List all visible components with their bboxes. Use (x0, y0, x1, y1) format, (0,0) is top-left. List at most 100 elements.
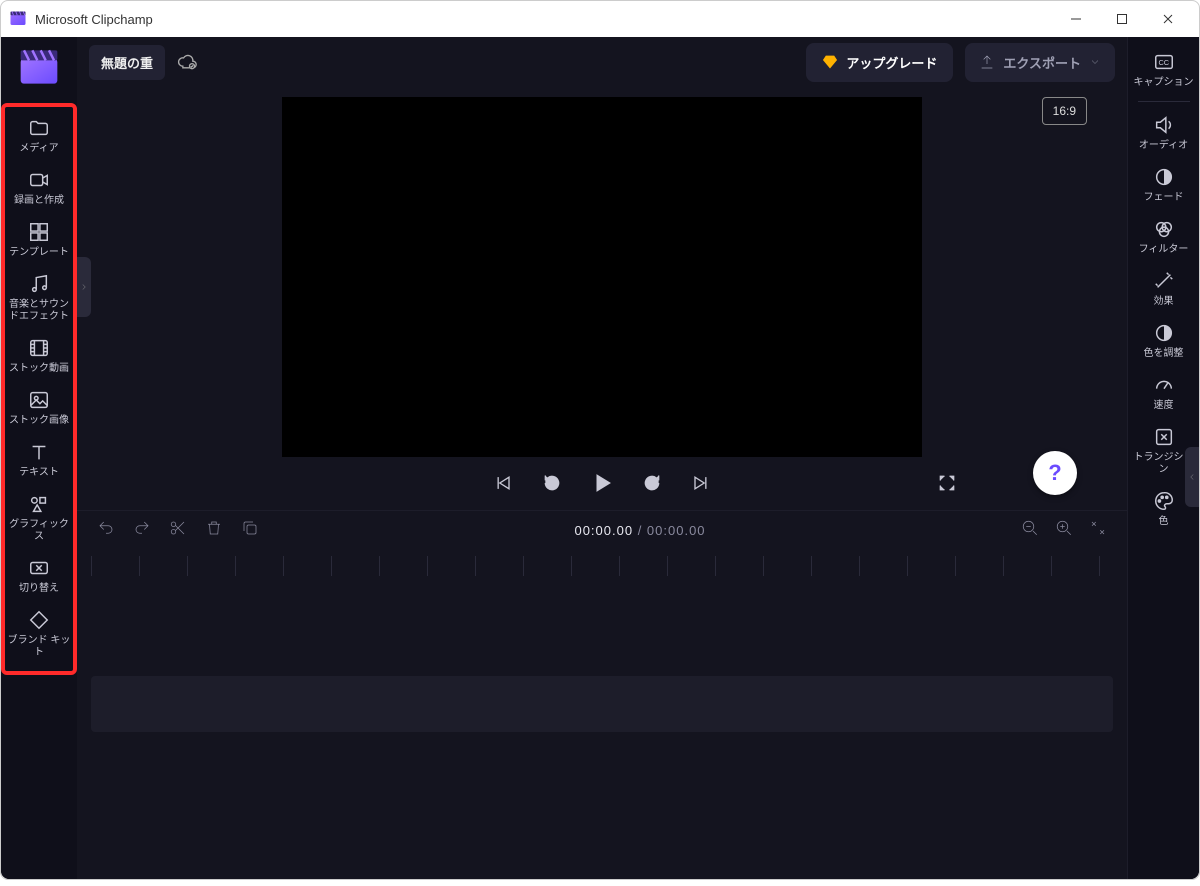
right-sidebar-divider (1138, 101, 1190, 102)
delete-button[interactable] (205, 519, 223, 542)
sidebar-item-record[interactable]: 録画と作成 (7, 165, 71, 211)
right-item-adjust-color[interactable]: 色を調整 (1130, 316, 1198, 366)
timeline[interactable] (77, 550, 1127, 879)
text-icon (28, 441, 50, 463)
duplicate-button[interactable] (241, 519, 259, 542)
zoom-out-button[interactable] (1021, 519, 1039, 542)
folder-icon (28, 117, 50, 139)
film-icon (28, 337, 50, 359)
zoom-fit-button[interactable] (1089, 519, 1107, 542)
fade-icon (1153, 166, 1175, 188)
timeline-ruler[interactable] (91, 556, 1113, 576)
sidebar-item-label: 音楽とサウンドエフェクト (7, 299, 71, 323)
project-title-input[interactable]: 無題の重 (89, 45, 165, 80)
sidebar-item-label: ストック画像 (9, 415, 69, 427)
playback-controls: 5 5 ? (97, 457, 1107, 510)
undo-button[interactable] (97, 519, 115, 542)
question-mark-icon: ? (1048, 460, 1061, 486)
right-item-label: フィルター (1139, 244, 1189, 256)
window-close-button[interactable] (1145, 1, 1191, 37)
cc-icon: CC (1153, 51, 1175, 73)
cloud-sync-icon[interactable] (177, 52, 197, 72)
sidebar-item-label: 切り替え (19, 583, 59, 595)
sidebar-item-label: メディア (19, 143, 58, 155)
expand-left-panel-handle[interactable] (77, 257, 91, 317)
right-item-label: 色 (1159, 516, 1169, 528)
titlebar: Microsoft Clipchamp (1, 1, 1199, 37)
timeline-toolbar: 00:00.00 / 00:00.00 (77, 510, 1127, 550)
sidebar-item-text[interactable]: テキスト (7, 437, 71, 483)
zoom-in-button[interactable] (1055, 519, 1073, 542)
right-item-speed[interactable]: 速度 (1130, 368, 1198, 418)
upgrade-button-label: アップグレード (846, 53, 937, 72)
right-item-captions[interactable]: CC キャプション (1130, 45, 1198, 95)
timecode-total: 00:00.00 (647, 523, 706, 538)
right-item-label: 色を調整 (1144, 348, 1184, 360)
right-item-label: キャプション (1134, 77, 1194, 89)
window-minimize-button[interactable] (1053, 1, 1099, 37)
sidebar-item-media[interactable]: メディア (7, 113, 71, 159)
expand-right-panel-handle[interactable] (1185, 447, 1199, 507)
transition-square-icon (1153, 426, 1175, 448)
upgrade-button[interactable]: アップグレード (806, 43, 953, 82)
left-sidebar-highlight-box: メディア 録画と作成 テンプレート 音楽とサウンドエフェクト ストック動画 (1, 103, 77, 675)
titlebar-app-name: Microsoft Clipchamp (35, 12, 153, 27)
sidebar-item-label: テンプレート (9, 247, 69, 259)
diamond-icon (822, 54, 838, 70)
split-button[interactable] (169, 519, 187, 542)
skip-to-end-button[interactable] (690, 473, 710, 498)
sidebar-item-graphics[interactable]: グラフィックス (7, 489, 71, 547)
sidebar-item-stock-image[interactable]: ストック画像 (7, 385, 71, 431)
right-item-audio[interactable]: オーディオ (1130, 108, 1198, 158)
window-maximize-button[interactable] (1099, 1, 1145, 37)
right-sidebar: CC キャプション オーディオ フェード フィルター 効果 (1127, 37, 1199, 879)
shapes-icon (28, 493, 50, 515)
sidebar-item-stock-video[interactable]: ストック動画 (7, 333, 71, 379)
left-sidebar: メディア 録画と作成 テンプレート 音楽とサウンドエフェクト ストック動画 (1, 37, 77, 879)
sidebar-item-label: ストック動画 (9, 363, 69, 375)
right-item-effects[interactable]: 効果 (1130, 264, 1198, 314)
image-icon (28, 389, 50, 411)
export-button[interactable]: エクスポート (965, 43, 1115, 82)
right-item-label: 速度 (1154, 400, 1174, 412)
contrast-icon (1153, 322, 1175, 344)
svg-text:5: 5 (550, 481, 554, 488)
app-window: Microsoft Clipchamp メディア 録画と作成 (0, 0, 1200, 880)
skip-back-5s-button[interactable]: 5 (542, 473, 562, 498)
center-panel: 無題の重 アップグレード エクスポート 16:9 (77, 37, 1127, 879)
redo-button[interactable] (133, 519, 151, 542)
sidebar-item-brand-kit[interactable]: ブランド キット (7, 605, 71, 663)
speaker-icon (1153, 114, 1175, 136)
skip-to-start-button[interactable] (494, 473, 514, 498)
right-item-label: フェード (1144, 192, 1184, 204)
sidebar-item-label: 録画と作成 (14, 195, 64, 207)
video-preview[interactable] (282, 97, 922, 457)
help-button[interactable]: ? (1033, 451, 1077, 495)
music-icon (28, 273, 50, 295)
clipchamp-logo-icon (9, 10, 27, 28)
upload-icon (979, 54, 995, 70)
speedometer-icon (1153, 374, 1175, 396)
timecode-current: 00:00.00 (574, 523, 633, 538)
filter-icon (1153, 218, 1175, 240)
right-item-label: オーディオ (1139, 140, 1188, 152)
right-item-filter[interactable]: フィルター (1130, 212, 1198, 262)
template-icon (28, 221, 50, 243)
palette-icon (1153, 490, 1175, 512)
transition-icon (28, 557, 50, 579)
sidebar-item-music[interactable]: 音楽とサウンドエフェクト (7, 269, 71, 327)
app-body: メディア 録画と作成 テンプレート 音楽とサウンドエフェクト ストック動画 (1, 37, 1199, 879)
sidebar-item-transitions[interactable]: 切り替え (7, 553, 71, 599)
aspect-ratio-button[interactable]: 16:9 (1042, 97, 1087, 125)
right-item-fade[interactable]: フェード (1130, 160, 1198, 210)
export-button-label: エクスポート (1003, 53, 1081, 72)
play-button[interactable] (590, 471, 614, 500)
timeline-track[interactable] (91, 676, 1113, 732)
svg-text:5: 5 (650, 481, 654, 488)
svg-text:CC: CC (1158, 58, 1169, 67)
sidebar-item-label: ブランド キット (7, 635, 71, 659)
sidebar-item-templates[interactable]: テンプレート (7, 217, 71, 263)
skip-forward-5s-button[interactable]: 5 (642, 473, 662, 498)
fullscreen-button[interactable] (937, 473, 957, 498)
right-item-label: 効果 (1154, 296, 1174, 308)
